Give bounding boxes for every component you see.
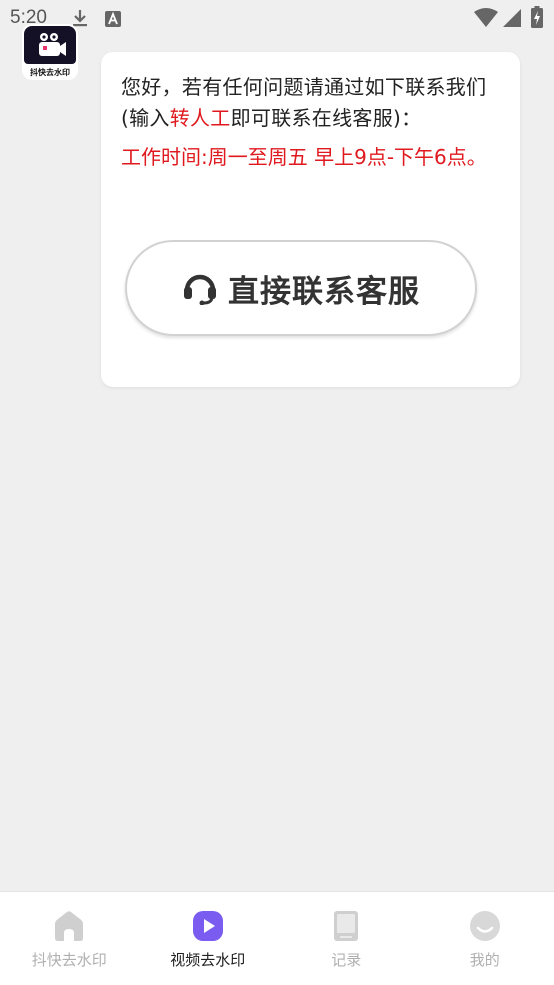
home-icon [52,909,86,943]
logo-text: 抖快去水印 [22,67,78,78]
signal-icon [502,8,522,28]
chat-bubble: 您好，若有任何问题请通过如下联系我们(输入转人工即可联系在线客服)： 工作时间:… [101,52,520,387]
book-icon [329,909,363,943]
work-time-text: 工作时间:周一至周五 早上9点-下午6点。 [121,142,501,173]
battery-icon [531,6,543,28]
tab-label: 我的 [416,949,554,970]
message-highlight: 转人工 [170,106,231,130]
font-icon [104,10,122,28]
app-avatar: 抖快去水印 [22,24,78,80]
tab-label: 记录 [277,949,416,970]
wifi-icon [474,8,498,28]
tab-records[interactable]: 记录 [277,892,416,985]
play-icon [191,909,225,943]
tab-mine[interactable]: 我的 [416,892,554,985]
message-text-end: 即可联系在线客服)： [231,106,422,130]
contact-service-label: 直接联系客服 [228,266,420,311]
message-text: 您好，若有任何问题请通过如下联系我们(输入转人工即可联系在线客服)： [121,72,501,134]
contact-service-button[interactable]: 直接联系客服 [125,240,477,336]
smile-icon [468,909,502,943]
headset-icon [182,271,218,305]
tab-label: 抖快去水印 [0,949,139,970]
status-bar: 5:20 [0,0,554,36]
video-camera-icon [24,26,76,64]
tab-douyin-watermark[interactable]: 抖快去水印 [0,892,139,985]
tab-label: 视频去水印 [139,949,278,970]
tab-video-watermark[interactable]: 视频去水印 [139,892,278,985]
bottom-tab-bar: 抖快去水印 视频去水印 记录 我的 [0,891,554,985]
logo-background [24,26,76,64]
